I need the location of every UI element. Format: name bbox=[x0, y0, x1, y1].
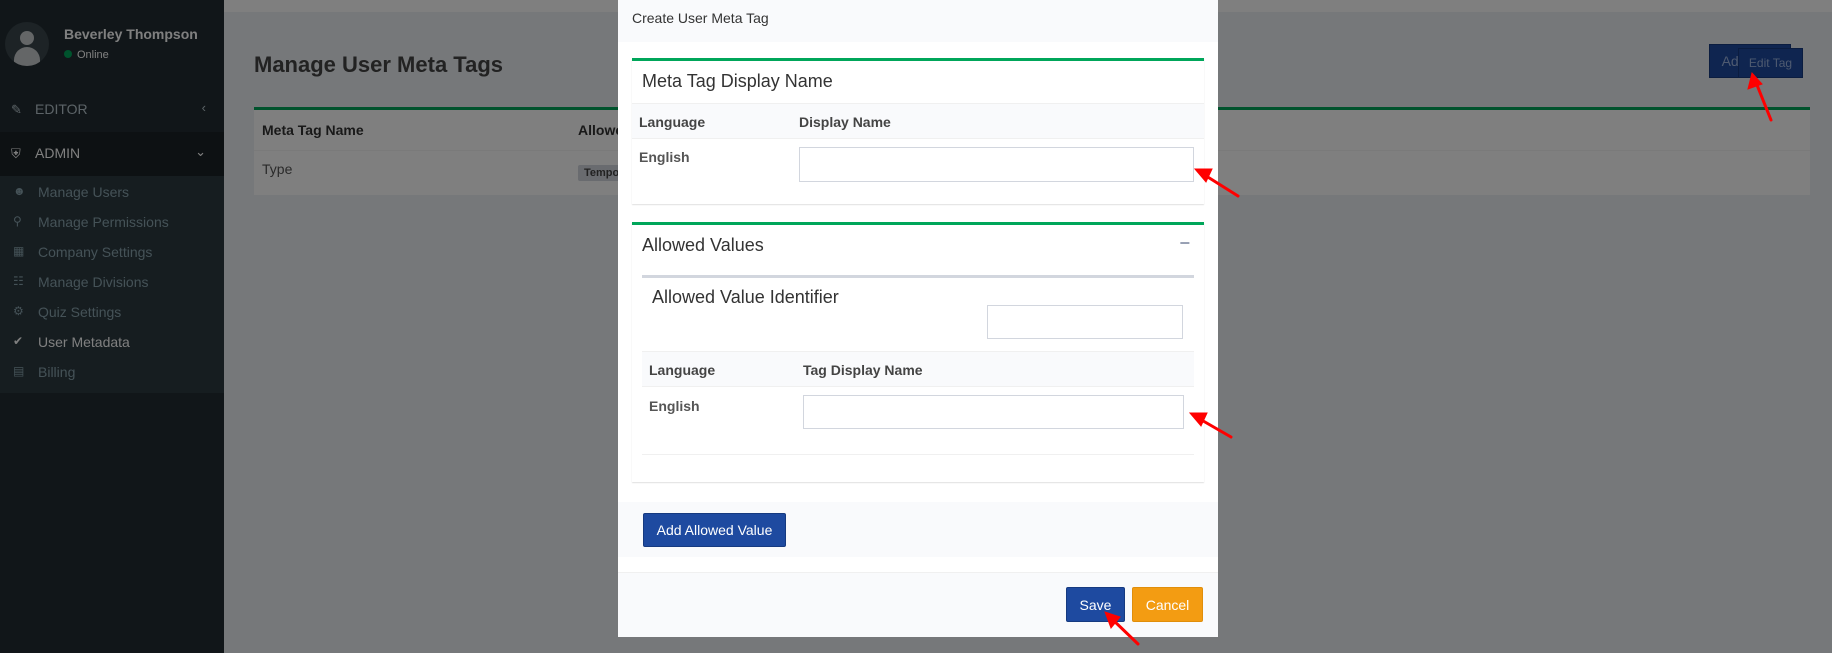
cancel-button[interactable]: Cancel bbox=[1132, 587, 1203, 622]
allowed-value-table-header: Language Tag Display Name bbox=[642, 351, 1194, 387]
allowed-values-panel-title: Allowed Values bbox=[642, 235, 764, 255]
display-name-column-header: Display Name bbox=[799, 114, 891, 130]
allowed-value-box: Allowed Value Identifier Language Tag Di… bbox=[642, 275, 1194, 455]
tag-display-name-column-header: Tag Display Name bbox=[803, 362, 923, 378]
display-name-panel: Meta Tag Display Name Language Display N… bbox=[632, 58, 1204, 204]
allowed-value-row-language: English bbox=[649, 398, 700, 414]
allowed-values-panel: Allowed Values − Allowed Value Identifie… bbox=[632, 222, 1204, 482]
tag-display-name-input[interactable] bbox=[803, 395, 1184, 429]
display-name-panel-title: Meta Tag Display Name bbox=[642, 71, 833, 91]
language-column-header: Language bbox=[639, 114, 706, 130]
display-name-row-language: English bbox=[639, 149, 690, 165]
modal-title: Create User Meta Tag bbox=[632, 10, 769, 26]
language-column-header: Language bbox=[649, 362, 716, 378]
modal-header: Create User Meta Tag bbox=[618, 0, 1218, 42]
display-name-table-header: Language Display Name bbox=[632, 103, 1204, 139]
save-button[interactable]: Save bbox=[1066, 587, 1125, 622]
modal-footer: Save Cancel bbox=[618, 572, 1218, 637]
add-allowed-value-row: Add Allowed Value bbox=[618, 502, 1218, 557]
collapse-minus-icon[interactable]: − bbox=[1179, 233, 1190, 254]
allowed-value-identifier-input[interactable] bbox=[987, 305, 1183, 339]
create-meta-tag-modal: Create User Meta Tag Meta Tag Display Na… bbox=[618, 0, 1218, 637]
allowed-value-identifier-title: Allowed Value Identifier bbox=[652, 287, 839, 307]
display-name-input[interactable] bbox=[799, 147, 1194, 182]
add-allowed-value-button[interactable]: Add Allowed Value bbox=[643, 513, 786, 547]
